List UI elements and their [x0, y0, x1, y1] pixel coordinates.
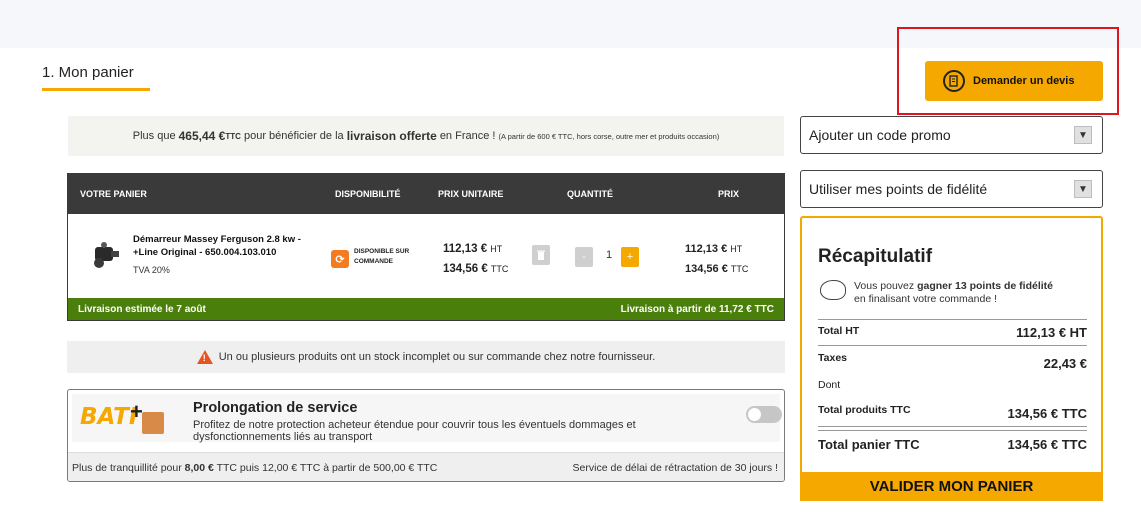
service-pricing: Plus de tranquillité pour 8,00 € TTC pui…	[68, 452, 784, 481]
free-shipping-banner: Plus que 465,44 € TTC pour bénéficier de …	[68, 116, 784, 156]
promo-code-dropdown[interactable]: Ajouter un code promo ▼	[800, 116, 1103, 154]
taxes-row: Taxes 22,43 €	[818, 352, 1087, 371]
service-extension-box: BATI + Prolongation de service Profitez …	[67, 389, 785, 482]
total-ht-row: Total HT 112,13 € HT	[818, 325, 1087, 340]
delivery-bar: Livraison estimée le 7 août Livraison à …	[68, 298, 784, 320]
service-title: Prolongation de service	[193, 400, 358, 416]
trash-icon[interactable]	[532, 245, 550, 265]
bati-logo-plus: +	[130, 399, 143, 424]
validate-cart-button[interactable]: VALIDER MON PANIER	[800, 472, 1103, 501]
service-toggle[interactable]	[746, 406, 782, 423]
stock-warning: ! Un ou plusieurs produits ont un stock …	[67, 341, 785, 373]
step-underline	[42, 88, 150, 91]
service-top: BATI + Prolongation de service Profitez …	[72, 394, 782, 443]
col-unit-price: PRIX UNITAIRE	[438, 189, 504, 199]
total-cart-row: Total panier TTC 134,56 € TTC	[818, 437, 1087, 452]
loyalty-points-dropdown[interactable]: Utiliser mes points de fidélité ▼	[800, 170, 1103, 208]
cart-header: VOTRE PANIER DISPONIBILITÉ PRIX UNITAIRE…	[68, 174, 784, 214]
divider	[818, 430, 1087, 431]
loyalty-points-label: Utiliser mes points de fidélité	[809, 181, 988, 197]
step-title: 1. Mon panier	[42, 64, 134, 81]
cart-table: VOTRE PANIER DISPONIBILITÉ PRIX UNITAIRE…	[67, 173, 785, 321]
dont-label: Dont	[818, 379, 841, 391]
col-quantity: QUANTITÉ	[567, 189, 613, 199]
delivery-cost: Livraison à partir de 11,72 € TTC	[620, 303, 774, 315]
bati-logo: BATI	[80, 404, 138, 430]
warning-text: Un ou plusieurs produits ont un stock in…	[218, 351, 656, 363]
banner-note: (A partir de 600 € TTC, hors corse, outr…	[498, 131, 720, 141]
warning-icon: !	[196, 350, 213, 364]
chevron-down-icon[interactable]: ▼	[1074, 180, 1092, 198]
remaining-amount: 465,44 €	[178, 129, 226, 143]
request-quote-button[interactable]: Demander un devis	[925, 61, 1103, 101]
summary-title: Récapitulatif	[818, 246, 933, 267]
document-edit-icon	[943, 70, 965, 92]
service-note: Service de délai de rétractation de 30 j…	[572, 462, 778, 474]
quantity-increase-button[interactable]: +	[621, 247, 639, 267]
cart-item-row	[68, 214, 784, 298]
divider	[818, 319, 1087, 320]
piggy-bank-icon	[820, 280, 846, 300]
col-price: PRIX	[718, 189, 740, 199]
chevron-down-icon[interactable]: ▼	[1074, 126, 1092, 144]
divider	[818, 345, 1087, 346]
loyalty-info: Vous pouvez gagner 13 points de fidélité…	[854, 280, 1054, 305]
col-availability: DISPONIBILITÉ	[335, 189, 401, 199]
total-products-row: Total produits TTC 134,56 € TTC	[818, 404, 1087, 421]
quantity-decrease-button[interactable]: -	[575, 247, 593, 267]
col-product: VOTRE PANIER	[80, 189, 147, 199]
request-quote-label: Demander un devis	[973, 75, 1075, 87]
summary-panel: Récapitulatif Vous pouvez gagner 13 poin…	[800, 216, 1103, 476]
delivery-estimate: Livraison estimée le 7 août	[78, 303, 206, 315]
promo-code-label: Ajouter un code promo	[809, 127, 951, 143]
service-description: Profitez de notre protection acheteur ét…	[193, 419, 636, 443]
box-icon	[142, 412, 164, 434]
quantity-value[interactable]: 1	[599, 249, 619, 261]
divider	[818, 426, 1087, 427]
